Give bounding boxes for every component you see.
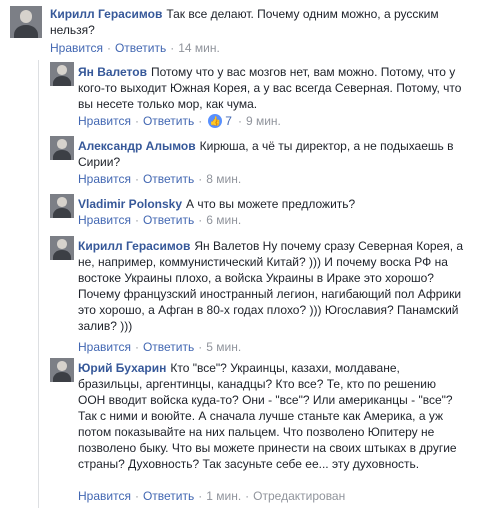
timestamp[interactable]: 6 мин. <box>206 213 241 227</box>
avatar[interactable] <box>10 6 42 38</box>
comment-text: А что вы можете предложить? <box>186 197 356 211</box>
comment-author[interactable]: Vladimir Polonsky <box>78 197 182 211</box>
separator: · <box>170 41 175 55</box>
avatar[interactable] <box>50 136 74 160</box>
comment-bukharin: Юрий Бухарин Кто "все"? Украинцы, казахи,… <box>50 358 490 504</box>
separator: · <box>134 172 139 186</box>
comment-text: Кто "все"? Украинцы, казахи, молдаване, … <box>78 361 457 471</box>
comment-author[interactable]: Кирилл Герасимов <box>50 7 162 21</box>
reply-button[interactable]: Ответить <box>115 41 166 55</box>
reply-button[interactable]: Ответить <box>143 172 194 186</box>
like-button[interactable]: Нравится <box>78 489 131 503</box>
separator: · <box>198 213 203 227</box>
timestamp[interactable]: 1 мин. <box>206 489 241 503</box>
comment-text: Ян Валетов Ну почему сразу Северная Коре… <box>78 239 464 333</box>
comment-yan: Ян Валетов Потому что у вас мозгов нет, в… <box>50 62 490 132</box>
reply-thread-line <box>38 60 39 508</box>
separator: · <box>245 489 250 503</box>
comment-alymov: Александр Алымов Кирюша, а чё ты директор… <box>50 136 490 188</box>
comment-author[interactable]: Юрий Бухарин <box>78 361 166 375</box>
avatar[interactable] <box>50 194 74 218</box>
separator: · <box>134 489 139 503</box>
separator: · <box>134 340 139 354</box>
separator: · <box>198 489 203 503</box>
separator: · <box>134 213 139 227</box>
like-button[interactable]: Нравится <box>78 213 131 227</box>
like-button[interactable]: Нравится <box>50 41 103 55</box>
comment-kirill-2: Кирилл Герасимов Ян Валетов Ну почему сра… <box>50 236 490 354</box>
reply-button[interactable]: Ответить <box>143 114 194 128</box>
avatar[interactable] <box>50 62 74 86</box>
separator: · <box>198 340 203 354</box>
separator: · <box>134 114 139 128</box>
like-button[interactable]: Нравится <box>78 172 131 186</box>
timestamp[interactable]: 14 мин. <box>178 41 220 55</box>
separator: · <box>198 114 203 128</box>
like-icon: 👍 <box>208 114 223 128</box>
comment-polonsky: Vladimir Polonsky А что вы можете предлож… <box>50 194 490 230</box>
timestamp[interactable]: 5 мин. <box>206 340 241 354</box>
comment-author[interactable]: Ян Валетов <box>78 65 147 79</box>
separator: · <box>198 172 203 186</box>
avatar[interactable] <box>50 236 74 260</box>
avatar[interactable] <box>50 358 74 382</box>
comment-author[interactable]: Кирилл Герасимов <box>78 239 190 253</box>
edited-label[interactable]: Отредактирован <box>253 489 345 503</box>
reaction-summary[interactable]: 👍 7 <box>208 114 232 128</box>
like-button[interactable]: Нравится <box>78 114 131 128</box>
like-button[interactable]: Нравится <box>78 340 131 354</box>
timestamp[interactable]: 8 мин. <box>206 172 241 186</box>
reply-button[interactable]: Ответить <box>143 340 194 354</box>
reaction-count: 7 <box>225 114 232 128</box>
reply-button[interactable]: Ответить <box>143 213 194 227</box>
reply-button[interactable]: Ответить <box>143 489 194 503</box>
separator: · <box>106 41 111 55</box>
timestamp[interactable]: 9 мин. <box>246 114 281 128</box>
comment-kirill-1: Кирилл Герасимов Так все делают. Почему о… <box>10 6 490 58</box>
separator: · <box>237 114 242 128</box>
comment-author[interactable]: Александр Алымов <box>78 139 196 153</box>
